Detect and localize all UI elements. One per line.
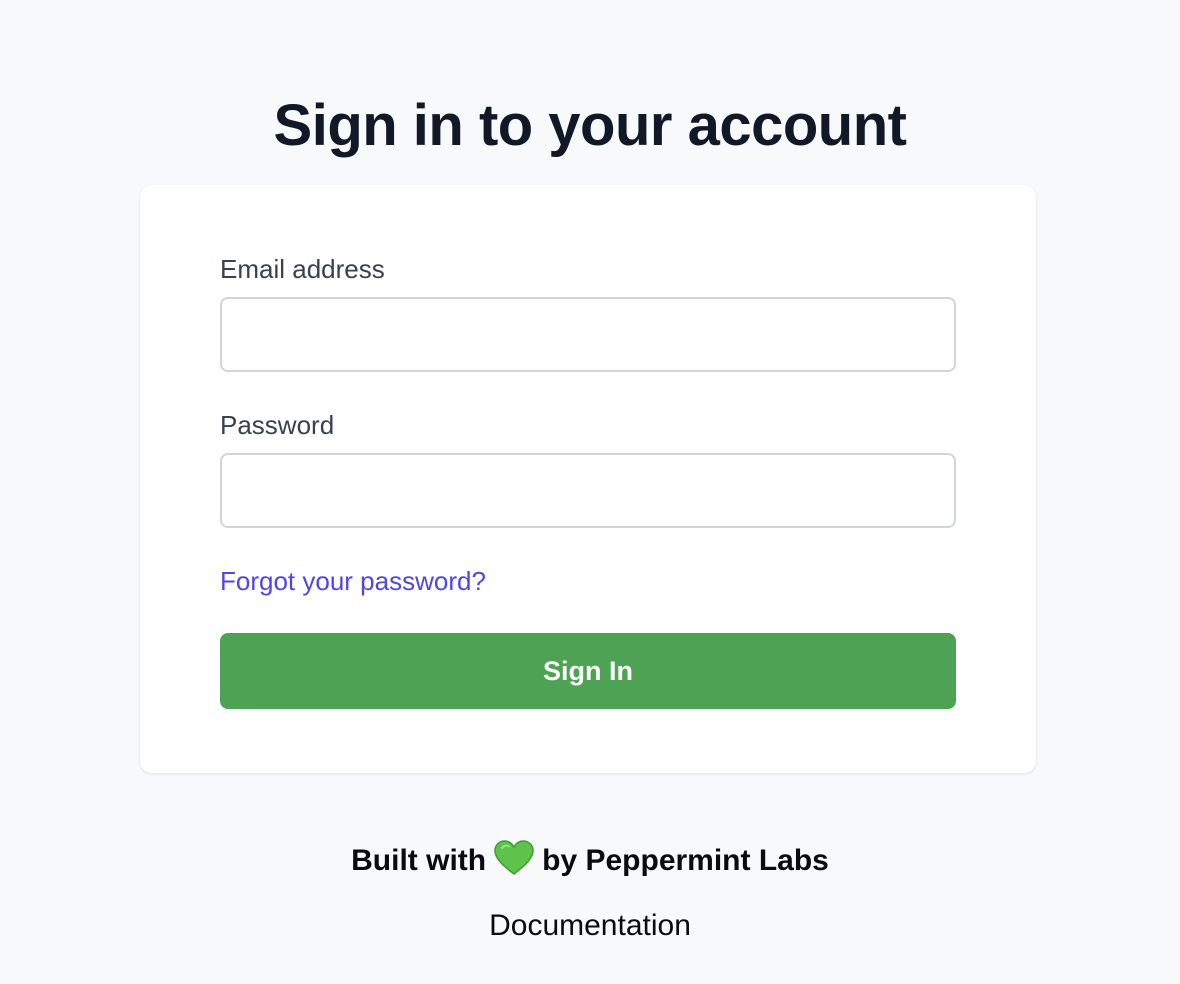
email-field[interactable] — [220, 297, 956, 372]
password-field[interactable] — [220, 453, 956, 528]
forgot-password-link[interactable]: Forgot your password? — [220, 565, 486, 597]
footer-docs: Documentation — [0, 905, 1180, 947]
page-title: Sign in to your account — [273, 92, 907, 158]
documentation-link[interactable]: Documentation — [489, 909, 691, 942]
green-heart-icon — [494, 840, 534, 888]
signin-card: Email address Password Forgot your passw… — [140, 185, 1036, 773]
password-label: Password — [220, 410, 335, 440]
footer-credit: Built with by Peppermint Labs — [0, 840, 1180, 888]
footer-credit-suffix: by Peppermint Labs — [542, 844, 829, 877]
email-label: Email address — [220, 254, 385, 284]
sign-in-button[interactable]: Sign In — [220, 633, 956, 709]
footer-credit-prefix: Built with — [351, 844, 487, 877]
